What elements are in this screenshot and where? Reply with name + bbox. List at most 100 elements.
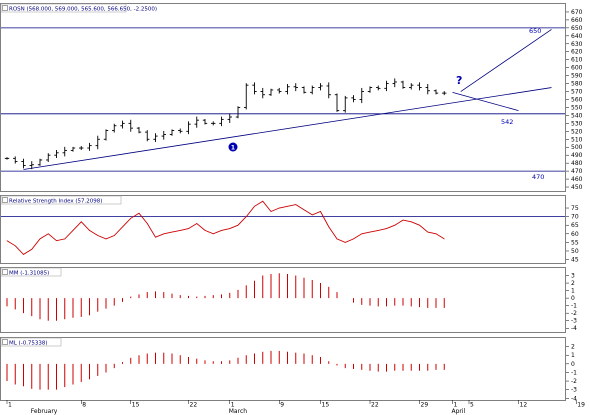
rsi-point bbox=[270, 211, 272, 212]
date-tick-label: 15 bbox=[132, 402, 140, 409]
ml-tick-label: 1 bbox=[571, 352, 575, 359]
rsi-point bbox=[353, 238, 354, 240]
mm-tick-label: 1 bbox=[571, 288, 575, 295]
price-tick-label: 520 bbox=[571, 128, 583, 135]
rsi-panel[interactable]: Relative Strength Index (57.2098) 45 50 55… bbox=[0, 195, 579, 264]
ml-tick-label: -2 bbox=[571, 378, 577, 385]
price-tick-label: 590 bbox=[571, 73, 583, 80]
price-tick-label: 640 bbox=[571, 33, 583, 40]
question-mark-annotation: ? bbox=[456, 74, 462, 87]
price-tick-label: 650 bbox=[571, 25, 583, 32]
rsi-point bbox=[377, 230, 379, 231]
rsi-point bbox=[221, 230, 222, 231]
rsi-point bbox=[97, 235, 99, 236]
level-650-label: 650 bbox=[529, 27, 541, 35]
rsi-point bbox=[394, 224, 396, 226]
date-tick-label: 5 bbox=[470, 402, 474, 409]
level-470-label: 470 bbox=[532, 173, 544, 181]
rsi-point bbox=[196, 223, 198, 224]
price-tick-label: 600 bbox=[571, 65, 583, 72]
rsi-point bbox=[31, 248, 33, 250]
rsi-point bbox=[427, 231, 429, 233]
rsi-point bbox=[39, 238, 41, 240]
rsi-point bbox=[130, 217, 132, 219]
rsi-point bbox=[138, 212, 140, 214]
rsi-point bbox=[278, 207, 280, 209]
rsi-panel-checkbox-icon[interactable] bbox=[2, 197, 8, 203]
rsi-point bbox=[311, 214, 313, 216]
price-panel-checkbox-icon[interactable] bbox=[2, 5, 8, 11]
rsi-point bbox=[254, 205, 255, 207]
rsi-point bbox=[287, 205, 288, 207]
price-tick-label: 480 bbox=[571, 160, 583, 167]
stock-chart[interactable]: ROSN (568.000, 569.000, 565.600, 566.650… bbox=[0, 0, 590, 415]
rsi-point bbox=[410, 221, 412, 223]
rsi-point bbox=[122, 226, 123, 228]
date-tick-label: 15 bbox=[322, 402, 330, 409]
price-panel-frame bbox=[0, 3, 566, 192]
rsi-tick-label: 75 bbox=[571, 205, 579, 212]
rsi-point bbox=[80, 221, 82, 223]
price-tick-label: 610 bbox=[571, 57, 583, 64]
mm-tick-label: -1 bbox=[571, 303, 577, 310]
price-tick-label: 620 bbox=[571, 49, 583, 56]
mm-panel[interactable]: MM (-1.31085) -4-3-2-10123 bbox=[0, 267, 578, 333]
price-panel-title: ROSN (568.000, 569.000, 565.600, 566.650… bbox=[9, 7, 157, 13]
month-label: March bbox=[229, 408, 247, 415]
rsi-panel-frame bbox=[0, 195, 566, 264]
price-panel[interactable]: ROSN (568.000, 569.000, 565.600, 566.650… bbox=[0, 3, 583, 192]
month-label: April bbox=[452, 408, 466, 415]
rsi-tick-label: 70 bbox=[571, 214, 579, 221]
price-tick-label: 580 bbox=[571, 81, 583, 88]
rsi-point bbox=[163, 233, 165, 235]
mm-tick-label: -2 bbox=[571, 310, 577, 317]
mm-tick-label: -4 bbox=[571, 325, 577, 332]
date-tick-label: 12 bbox=[520, 402, 528, 409]
rsi-point bbox=[361, 233, 363, 235]
price-tick-label: 460 bbox=[571, 176, 583, 183]
rsi-point bbox=[113, 235, 115, 236]
date-tick-label: 29 bbox=[421, 402, 429, 409]
rsi-tick-label: 55 bbox=[571, 239, 579, 246]
price-tick-label: 670 bbox=[571, 9, 583, 16]
rsi-point bbox=[47, 233, 49, 235]
rsi-point bbox=[237, 224, 239, 226]
mm-panel-frame bbox=[0, 267, 566, 333]
rsi-point bbox=[23, 254, 24, 255]
ml-panel-title: ML (-0.75338) bbox=[9, 341, 48, 347]
rsi-point bbox=[295, 204, 297, 205]
rsi-point bbox=[155, 236, 156, 238]
ml-tick-label: -1 bbox=[571, 369, 577, 376]
rsi-point bbox=[443, 238, 445, 240]
rsi-panel-title: Relative Strength Index (57.2098) bbox=[9, 199, 102, 205]
rsi-point bbox=[14, 245, 16, 247]
price-tick-label: 470 bbox=[571, 168, 583, 175]
mm-tick-label: -3 bbox=[571, 318, 577, 325]
mm-panel-checkbox-icon[interactable] bbox=[2, 269, 8, 275]
price-tick-label: 450 bbox=[571, 184, 583, 191]
ml-panel-frame bbox=[0, 337, 566, 401]
price-tick-label: 540 bbox=[571, 112, 583, 119]
ml-panel-checkbox-icon[interactable] bbox=[2, 339, 8, 345]
rsi-tick-label: 60 bbox=[571, 231, 579, 238]
rsi-point bbox=[435, 233, 437, 235]
price-tick-label: 490 bbox=[571, 152, 583, 159]
rsi-point bbox=[245, 216, 247, 217]
level-542-label: 542 bbox=[501, 118, 513, 126]
rsi-point bbox=[262, 200, 264, 202]
rsi-tick-label: 45 bbox=[571, 257, 579, 264]
price-tick-label: 510 bbox=[571, 136, 583, 143]
ml-panel[interactable]: ML (-0.75338) -4-3-2-1012 bbox=[0, 337, 578, 403]
rsi-point bbox=[229, 228, 231, 229]
rsi-point bbox=[369, 231, 371, 233]
rsi-point bbox=[188, 228, 189, 229]
price-tick-label: 500 bbox=[571, 144, 583, 151]
rsi-point bbox=[179, 230, 181, 231]
rsi-point bbox=[6, 240, 8, 242]
month-label: February bbox=[31, 408, 58, 415]
rsi-point bbox=[328, 226, 330, 228]
rsi-point bbox=[402, 219, 404, 221]
mm-tick-label: 0 bbox=[571, 295, 575, 302]
rsi-point bbox=[171, 231, 173, 233]
mm-tick-label: 3 bbox=[571, 273, 575, 280]
